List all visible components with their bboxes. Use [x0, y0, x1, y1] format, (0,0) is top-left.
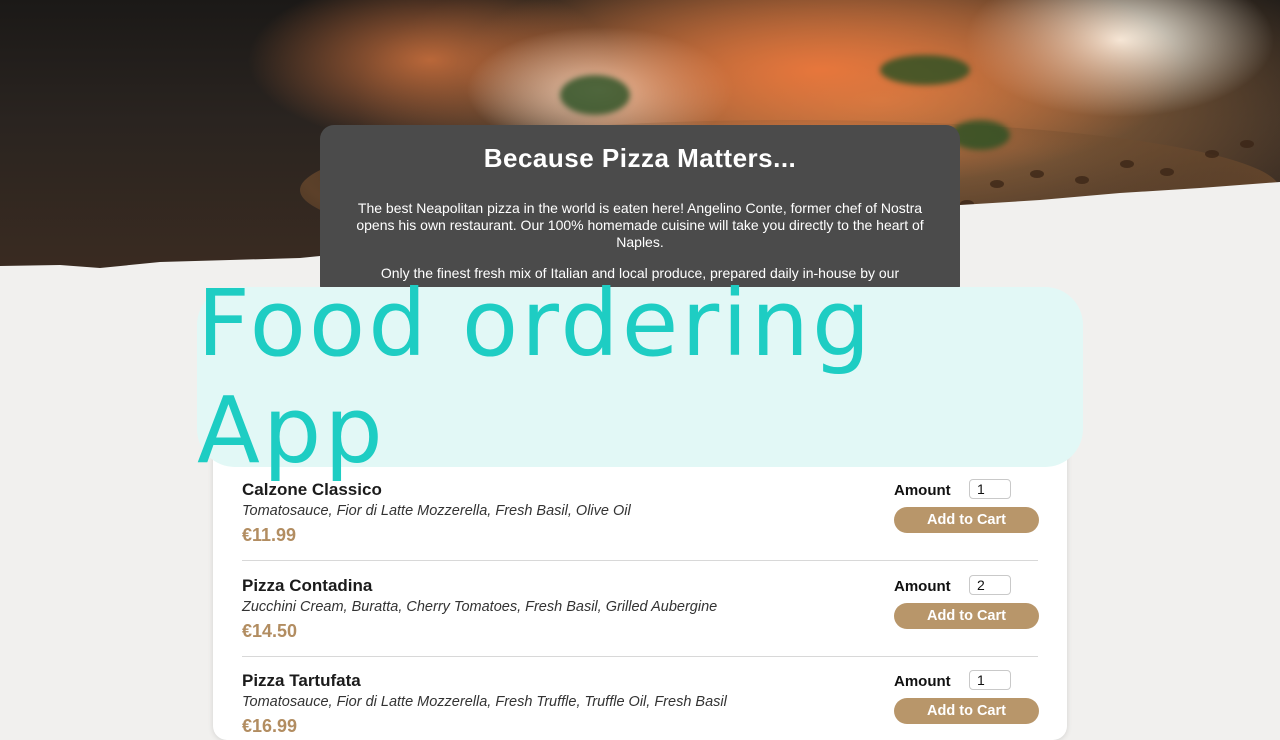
meal-description: Tomatosauce, Fior di Latte Mozzerella, F…: [242, 694, 727, 710]
banner-title: Food ordering App: [197, 270, 874, 484]
basil-leaf: [560, 75, 630, 115]
amount-input[interactable]: [969, 575, 1011, 595]
amount-label: Amount: [894, 673, 951, 690]
intro-paragraph: The best Neapolitan pizza in the world i…: [356, 200, 924, 250]
amount-label: Amount: [894, 482, 951, 499]
add-to-cart-button[interactable]: Add to Cart: [894, 698, 1039, 724]
meal-price: €16.99: [242, 716, 298, 736]
title-banner: Food ordering App: [197, 270, 1083, 484]
meal-item: Pizza Contadina Zucchini Cream, Buratta,…: [242, 536, 1039, 657]
meal-name: Pizza Tartufata: [242, 671, 361, 690]
basil-leaf: [880, 55, 970, 85]
intro-title: Because Pizza Matters...: [483, 143, 797, 173]
meal-description: Tomatosauce, Fior di Latte Mozzerella, F…: [242, 503, 631, 519]
meals-list-card: Calzone Classico Tomatosauce, Fior di La…: [213, 440, 1067, 740]
meal-item: Pizza Tartufata Tomatosauce, Fior di Lat…: [242, 631, 1039, 736]
amount-input[interactable]: [969, 670, 1011, 690]
amount-label: Amount: [894, 578, 951, 595]
meal-description: Zucchini Cream, Buratta, Cherry Tomatoes…: [242, 599, 718, 615]
meal-name: Pizza Contadina: [242, 576, 373, 595]
add-to-cart-button[interactable]: Add to Cart: [894, 507, 1039, 533]
add-to-cart-button[interactable]: Add to Cart: [894, 603, 1039, 629]
